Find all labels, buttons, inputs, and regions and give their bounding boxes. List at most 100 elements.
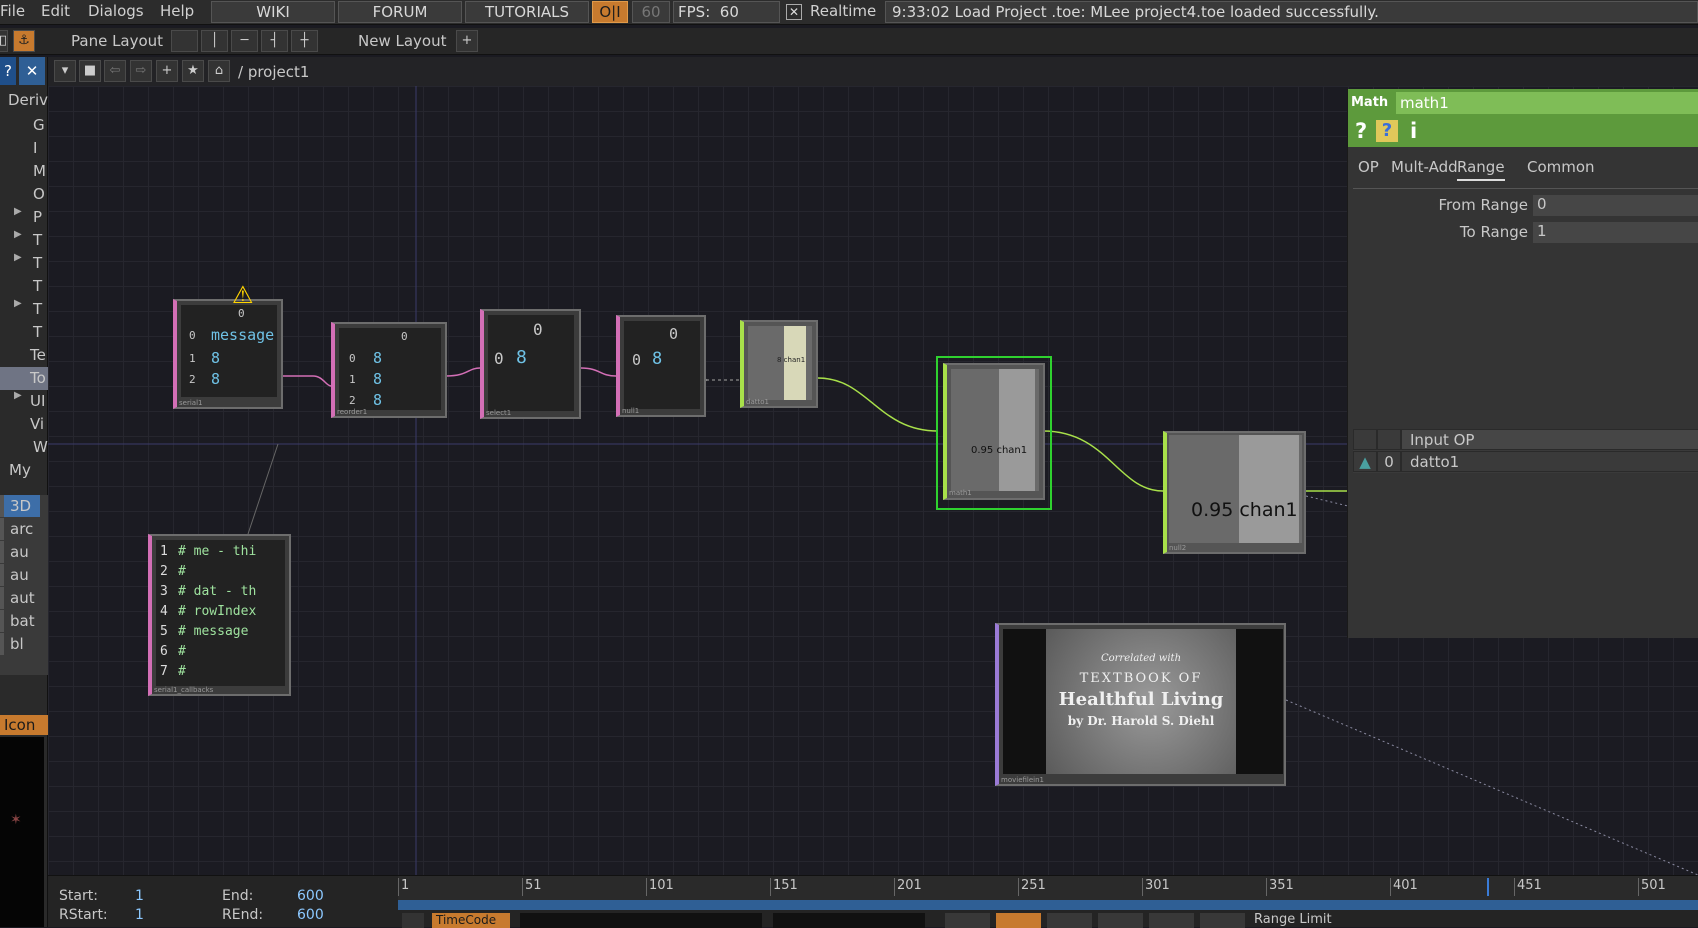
help-icon[interactable]: ? [1355,119,1367,143]
rstart-value[interactable]: 1 [135,907,144,923]
new-layout-label[interactable]: New Layout [358,32,446,50]
palette-preset-item[interactable]: bat [0,610,40,632]
palette-preset-item[interactable]: aut [0,587,40,609]
realtime-checkbox[interactable]: ✕ [786,4,802,20]
from-range-field[interactable]: 0 [1533,195,1698,216]
palette-item[interactable]: UI [0,390,48,413]
playhead[interactable] [1487,878,1489,896]
expand-arrow-icon[interactable]: ▶ [14,390,22,401]
palette-item[interactable]: T [0,252,48,275]
palette-item[interactable]: T [0,298,48,321]
chevron-down-icon[interactable]: ▾ [54,60,76,82]
expand-arrow-icon[interactable]: ▶ [14,229,22,240]
layout-split-horizontal-icon[interactable]: ─ [231,30,258,52]
palette-item[interactable]: P [0,206,48,229]
menu-file[interactable]: File [0,2,25,20]
menu-help[interactable]: Help [160,2,194,20]
expand-arrow-icon[interactable]: ▶ [14,298,22,309]
layout-split-vertical-icon[interactable]: │ [201,30,228,52]
network-path[interactable]: / project1 [238,63,309,81]
transport-button[interactable] [1047,913,1092,928]
palette-item[interactable]: M [0,160,48,183]
wiki-button[interactable]: WIKI [211,1,335,23]
add-layout-icon[interactable]: + [456,30,478,52]
palette-preset-item[interactable]: arc [0,518,40,540]
node-serial1-callbacks[interactable]: 1 # me - thi 2 #3 # dat - th 4 # rowIndex 5 # me… [148,534,291,696]
palette-preset-item[interactable]: 3D [0,495,40,517]
palette-item[interactable]: To [0,367,48,390]
window-icon[interactable]: ◧ [0,30,8,52]
transport-button-active[interactable] [996,913,1041,928]
palette-item[interactable]: T [0,275,48,298]
param-tab[interactable]: Common [1527,158,1595,176]
menu-edit[interactable]: Edit [41,2,70,20]
layout-single-icon[interactable] [171,30,198,52]
timecode-button[interactable]: TimeCode [432,913,510,928]
param-tab[interactable]: Mult-Add [1391,158,1458,176]
perform-mode-button[interactable]: O|I [592,1,628,23]
node-select1[interactable]: 0 0 8 select1 [480,309,581,419]
node-math1[interactable]: 0.95 chan1 math1 [943,363,1045,500]
transport-button[interactable] [1149,913,1194,928]
home-icon[interactable]: ⌂ [208,60,230,82]
close-icon[interactable]: ✕ [19,57,45,85]
tutorials-button[interactable]: TUTORIALS [465,1,589,23]
python-help-icon[interactable]: ? [1376,120,1398,142]
palette-item[interactable]: My [0,459,48,482]
palette-item[interactable]: Te [0,344,48,367]
end-value[interactable]: 600 [297,888,324,904]
param-tab[interactable]: Range [1457,158,1505,181]
layout-quad-icon[interactable]: ┼ [291,30,318,52]
stop-icon[interactable]: ■ [79,60,101,82]
palette-item[interactable]: O [0,183,48,206]
start-value[interactable]: 1 [135,888,144,904]
transport-button[interactable] [1200,913,1245,928]
back-icon[interactable]: ⇦ [104,60,126,82]
transport-button[interactable] [1098,913,1143,928]
frame-field[interactable] [773,913,925,928]
palette-item[interactable]: G [0,114,48,137]
serial1-name: serial1 [179,399,203,407]
palette-preset-item[interactable]: bl [0,633,40,655]
anchor-icon[interactable]: ⚓ [13,30,35,52]
math1-name: math1 [949,489,972,497]
node-serial1[interactable]: 0 0 message 1 8 2 8 serial1 [173,299,283,409]
palette-item[interactable]: T [0,321,48,344]
node-null2[interactable]: 0.95 chan1 null2 [1163,431,1306,554]
palette-preset-item[interactable]: au [0,564,40,586]
layout-three-icon[interactable]: ┤ [261,30,288,52]
op-name-field[interactable]: math1 [1396,92,1698,114]
node-reorder1[interactable]: 0 0 8 1 8 2 8 reorder1 [331,322,447,418]
range-bar[interactable] [398,900,1698,910]
to-range-field[interactable]: 1 [1533,222,1698,243]
menu-dialogs[interactable]: Dialogs [88,2,144,20]
timecode-field[interactable] [520,913,762,928]
node-datto1[interactable]: 8 chan1 datto1 [740,320,818,408]
play-control[interactable] [402,913,424,928]
fps-cap-button[interactable]: 60 [632,1,670,23]
forward-icon[interactable]: ⇨ [130,60,152,82]
frame-ruler[interactable]: 1 51 101 151 201 251 301 351 401 451 501 [398,876,1698,900]
add-icon[interactable]: + [156,60,178,82]
input-op-value[interactable]: datto1 [1401,451,1698,472]
help-icon[interactable]: ? [0,57,16,85]
param-tab[interactable]: OP [1358,158,1379,176]
star-icon[interactable]: ★ [182,60,204,82]
expand-arrow-icon[interactable]: ▶ [14,206,22,217]
reorder1-row-index: 0 [349,352,356,365]
node-moviefilein1[interactable]: Correlated with TEXTBOOK OF Healthful Li… [995,623,1286,786]
palette-item[interactable]: T [0,229,48,252]
palette-item[interactable]: W [0,436,48,459]
palette-item[interactable]: Vi [0,413,48,436]
palette-preset-item[interactable]: au [0,541,40,563]
forum-button[interactable]: FORUM [338,1,462,23]
palette-item[interactable]: I [0,137,48,160]
warning-icon[interactable]: ⚠ [232,283,258,307]
info-icon[interactable]: i [1410,119,1417,143]
expand-arrow-icon[interactable]: ▶ [14,252,22,263]
rend-value[interactable]: 600 [297,907,324,923]
node-null1[interactable]: 0 0 8 null1 [616,315,706,417]
transport-button[interactable] [945,913,990,928]
icon-tab[interactable]: Icon [0,715,48,735]
input-arrow-icon[interactable]: ▲ [1353,451,1377,472]
